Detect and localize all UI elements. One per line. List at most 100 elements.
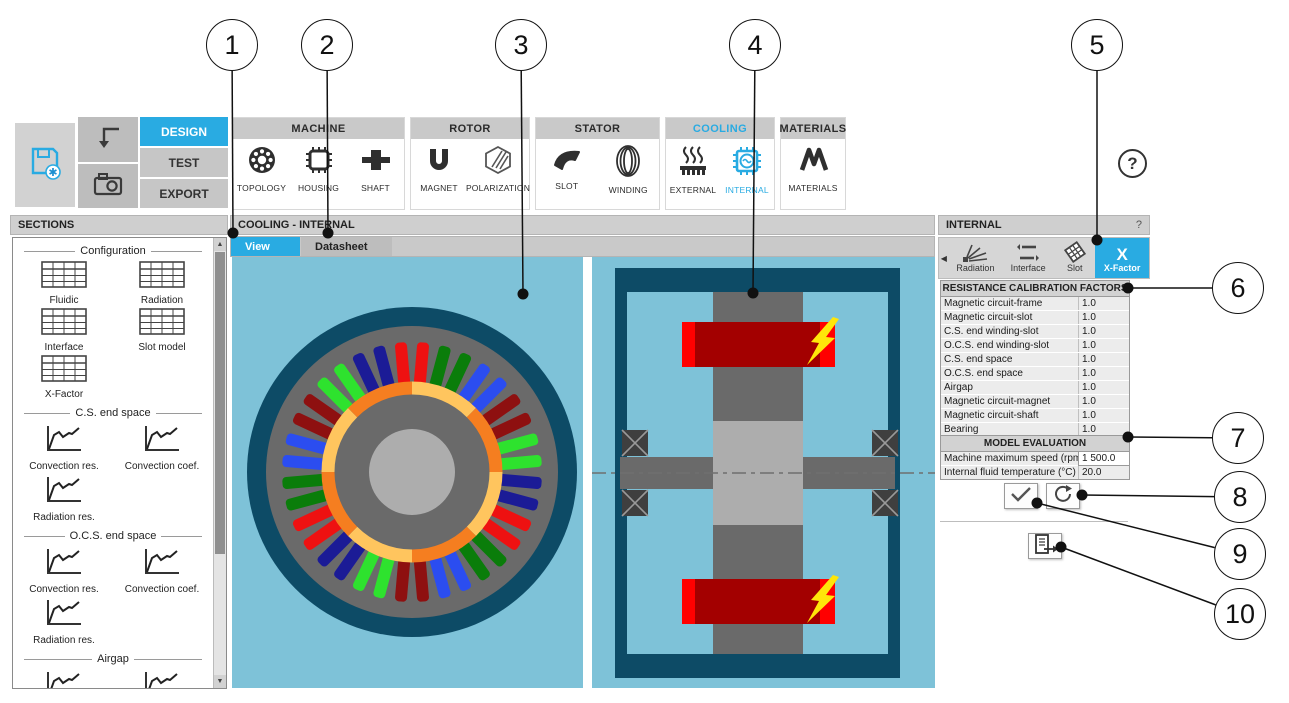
sidebar-item-convection-res-[interactable]: Convection res. xyxy=(17,546,111,595)
table-row: C.S. end winding-slot 1.0 xyxy=(941,325,1129,339)
undo-step-button[interactable] xyxy=(78,117,138,162)
panel-tab-radiation[interactable]: Radiation xyxy=(949,238,1003,278)
callout-8: 8 xyxy=(1214,471,1266,523)
scroll-down-icon[interactable]: ▼ xyxy=(214,675,226,688)
row-label: Magnetic circuit-slot xyxy=(941,311,1079,324)
reset-icon xyxy=(1053,484,1073,509)
slot-icon xyxy=(551,145,583,178)
sidebar-item-label: Convection res. xyxy=(29,584,99,595)
toolbar-item-winding[interactable]: WINDING xyxy=(598,145,660,195)
toolbar-group-cooling: COOLING EXTERNAL INTERNAL xyxy=(665,117,775,210)
app-window: ✱ DESIGN TEST EXPORT MACHINE TOPOLOGY HOUS… xyxy=(0,0,1289,703)
toolbar-item-label: MATERIALS xyxy=(788,183,838,193)
sidebar-item-x-factor[interactable]: X-Factor xyxy=(17,355,111,400)
row-value[interactable]: 1.0 xyxy=(1079,339,1129,352)
sidebar-item-convection-coef-[interactable]: Convection coef. xyxy=(115,423,209,472)
winding-icon xyxy=(613,145,643,182)
group-header: MACHINE xyxy=(233,118,404,139)
callout-4: 4 xyxy=(729,19,781,71)
table-icon xyxy=(115,308,209,340)
scrollbar-thumb[interactable] xyxy=(215,252,225,554)
topology-icon xyxy=(247,145,277,180)
panel-help-icon[interactable]: ? xyxy=(1136,219,1142,231)
reset-button[interactable] xyxy=(1046,483,1080,509)
toolbar-item-topology[interactable]: TOPOLOGY xyxy=(233,145,290,193)
group-header: STATOR xyxy=(536,118,659,139)
sidebar-item-label: Convection coef. xyxy=(124,584,200,595)
tab-view[interactable]: View xyxy=(231,237,300,256)
callout-5: 5 xyxy=(1071,19,1123,71)
panel-tab-x-factor[interactable]: X X-Factor xyxy=(1095,238,1149,278)
callout-6: 6 xyxy=(1212,262,1264,314)
sidebar-item-radiation-res-[interactable]: Radiation res. xyxy=(17,597,111,646)
row-value[interactable]: 1.0 xyxy=(1079,381,1129,394)
sections-panel: Configuration Fluidic Radiation Interface Sl… xyxy=(12,237,227,689)
radial-view-canvas xyxy=(232,257,583,688)
help-button[interactable]: ? xyxy=(1118,149,1147,178)
row-value[interactable]: 1 500.0 xyxy=(1078,451,1130,466)
row-label: Magnetic circuit-magnet xyxy=(941,395,1079,408)
panel-tab-interface[interactable]: Interface xyxy=(1002,238,1054,278)
row-value[interactable]: 1.0 xyxy=(1079,409,1129,422)
sidebar-item-airgap-curve[interactable] xyxy=(17,669,111,688)
test-button[interactable]: TEST xyxy=(140,148,228,177)
screenshot-button[interactable] xyxy=(78,164,138,208)
toolbar-item-shaft[interactable]: SHAFT xyxy=(347,145,404,193)
apply-button[interactable] xyxy=(1004,483,1038,509)
section-divider: C.S. end space xyxy=(19,407,207,419)
sidebar-item-fluidic[interactable]: Fluidic xyxy=(17,261,111,306)
scroll-up-icon[interactable]: ▲ xyxy=(214,238,226,251)
export-button[interactable]: EXPORT xyxy=(140,179,228,208)
sidebar-scrollbar[interactable]: ▲ ▼ xyxy=(213,238,226,688)
toolbar-item-materials[interactable]: MATERIALS xyxy=(782,145,844,193)
slot-grid-icon xyxy=(1063,241,1086,263)
panel-tab-label: Slot xyxy=(1066,263,1083,273)
sections-header: SECTIONS xyxy=(10,215,228,235)
sidebar-item-convection-coef-[interactable]: Convection coef. xyxy=(115,546,209,595)
row-value[interactable]: 1.0 xyxy=(1079,297,1129,310)
sidebar-item-label: X-Factor xyxy=(44,389,84,400)
sidebar-item-slot-model[interactable]: Slot model xyxy=(115,308,209,353)
sidebar-item-radiation[interactable]: Radiation xyxy=(115,261,209,306)
row-value[interactable]: 20.0 xyxy=(1079,466,1129,479)
toolbar-item-external[interactable]: EXTERNAL xyxy=(666,145,720,195)
export-results-button[interactable] xyxy=(1028,533,1062,559)
sidebar-item-radiation-res-[interactable]: Radiation res. xyxy=(17,474,111,523)
sidebar-item-interface[interactable]: Interface xyxy=(17,308,111,353)
resistance-table-title: RESISTANCE CALIBRATION FACTORS xyxy=(941,281,1129,297)
table-row: Magnetic circuit-slot 1.0 xyxy=(941,311,1129,325)
toolbar-item-housing[interactable]: HOUSING xyxy=(290,145,347,193)
toolbar-item-internal[interactable]: INTERNAL xyxy=(720,145,774,195)
row-value[interactable]: 1.0 xyxy=(1079,325,1129,338)
sidebar-item-airgap-curve[interactable] xyxy=(115,669,209,688)
row-value[interactable]: 1.0 xyxy=(1079,367,1129,380)
row-value[interactable]: 1.0 xyxy=(1079,395,1129,408)
toolbar-item-magnet[interactable]: MAGNET xyxy=(411,145,467,193)
row-label: C.S. end space xyxy=(941,353,1079,366)
panel-tab-label: Radiation xyxy=(956,263,995,273)
toolbar-group-machine: MACHINE TOPOLOGY HOUSING SHAFT xyxy=(232,117,405,210)
callout-9: 9 xyxy=(1214,528,1266,580)
tab-datasheet[interactable]: Datasheet xyxy=(301,237,392,256)
toolbar-item-label: HOUSING xyxy=(297,183,340,193)
group-header: MATERIALS xyxy=(780,118,846,139)
chart-icon xyxy=(17,474,111,510)
row-label: O.C.S. end space xyxy=(941,367,1079,380)
main-view-header: COOLING - INTERNAL xyxy=(230,215,935,235)
panel-tab-slot[interactable]: Slot xyxy=(1054,238,1095,278)
toolbar-item-slot[interactable]: SLOT xyxy=(536,145,598,191)
sidebar-item-label: Radiation res. xyxy=(33,635,95,646)
callout-10: 10 xyxy=(1214,588,1266,640)
row-value[interactable]: 1.0 xyxy=(1079,353,1129,366)
interface-icon xyxy=(1016,243,1040,263)
sidebar-item-convection-res-[interactable]: Convection res. xyxy=(17,423,111,472)
chart-icon xyxy=(17,423,111,459)
toolbar-item-label: SLOT xyxy=(555,181,579,191)
row-value[interactable]: 1.0 xyxy=(1079,311,1129,324)
save-button[interactable]: ✱ xyxy=(15,123,75,207)
design-button[interactable]: DESIGN xyxy=(140,117,228,146)
toolbar-item-polarization[interactable]: POLARIZATION xyxy=(466,145,530,193)
housing-icon xyxy=(304,145,334,180)
table-row: Airgap 1.0 xyxy=(941,381,1129,395)
tabs-back-icon[interactable]: ◀ xyxy=(939,238,949,278)
